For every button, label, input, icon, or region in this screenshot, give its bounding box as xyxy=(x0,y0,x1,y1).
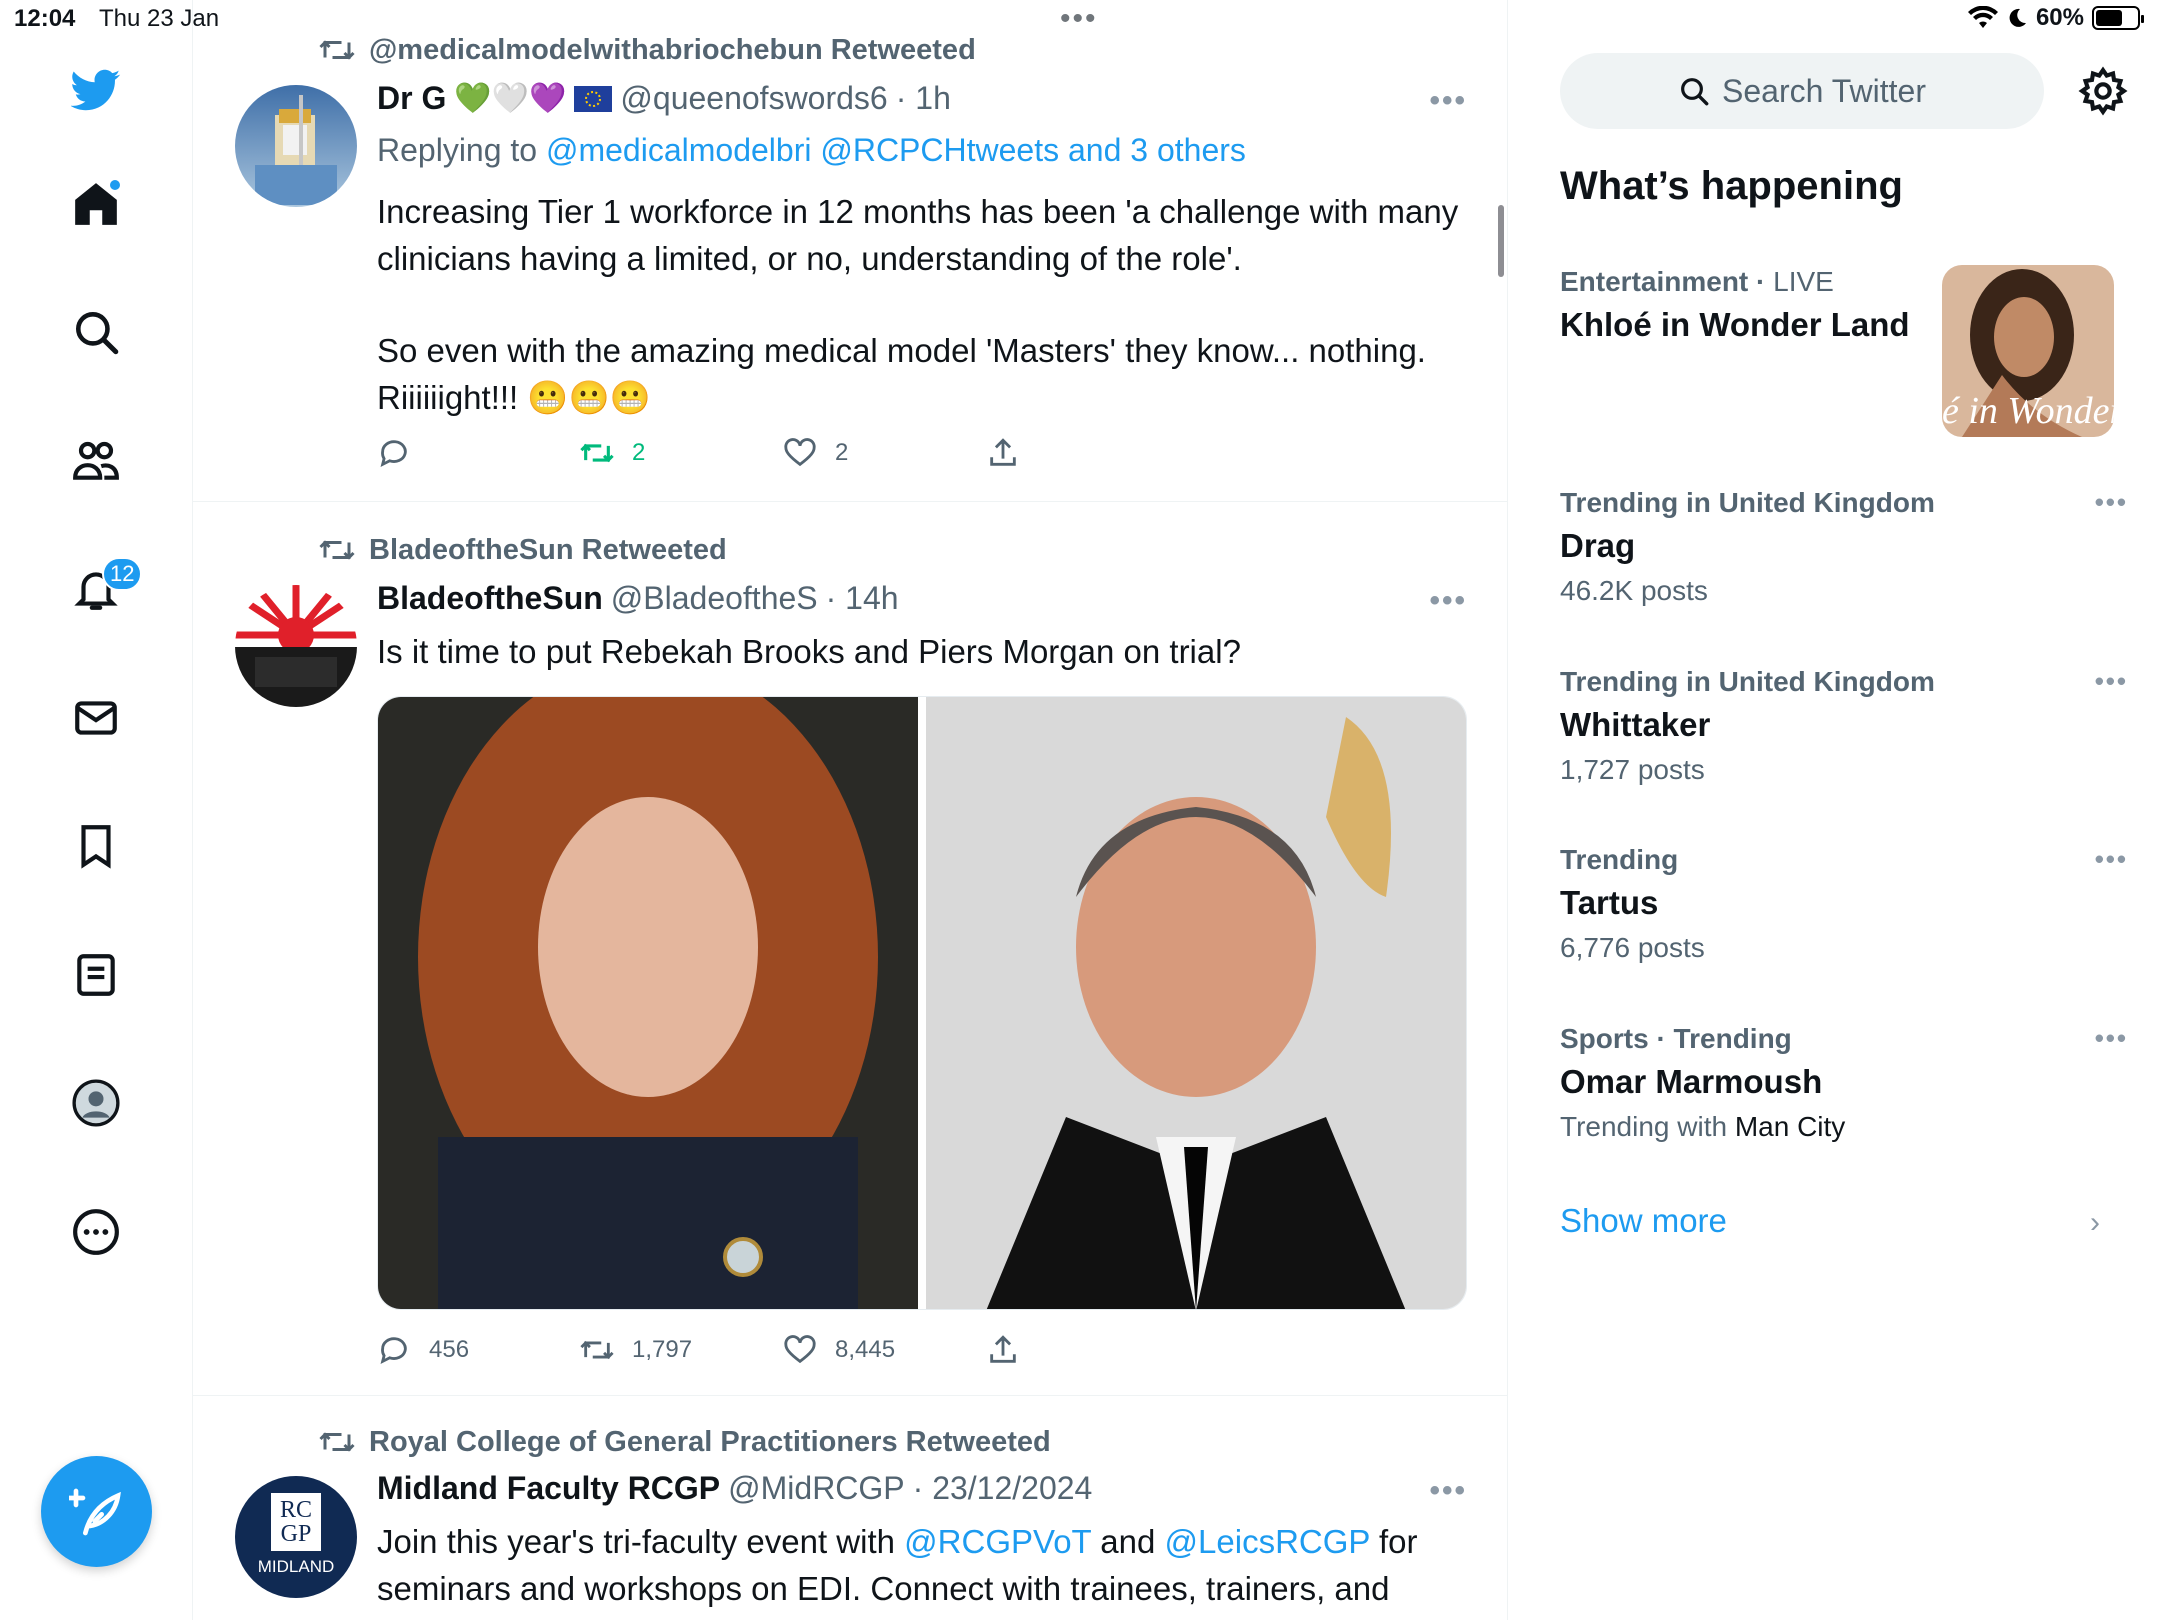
tweet-header: Midland Faculty RCGP @MidRCGP · 23/12/20… xyxy=(377,1470,1092,1507)
share-icon xyxy=(990,438,1016,466)
tweet-text: Is it time to put Rebekah Brooks and Pie… xyxy=(377,633,1241,670)
bookmarks-icon[interactable] xyxy=(60,810,132,882)
retweeted-by-line: @medicalmodelwithabriochebun Retweeted xyxy=(319,32,976,68)
left-nav: 12 xyxy=(0,40,192,1620)
media-image-right[interactable] xyxy=(926,697,1466,1309)
tweet-author-name[interactable]: Dr G xyxy=(377,80,446,117)
retweet-icon xyxy=(580,1340,614,1360)
status-time: 12:04 xyxy=(14,5,76,32)
tweet-time[interactable]: · 14h xyxy=(826,580,899,617)
retweet-icon xyxy=(319,40,355,60)
tweet-more-icon[interactable]: ••• xyxy=(1429,584,1467,618)
tweet-item[interactable]: BladeoftheSun Retweeted BladeoftheSun @B… xyxy=(193,502,1507,1396)
tweet-actions: 2 2 xyxy=(377,433,1189,473)
media-image-left[interactable] xyxy=(378,697,918,1309)
notifications-badge: 12 xyxy=(102,557,143,591)
share-icon xyxy=(990,1335,1016,1363)
like-button[interactable]: 2 xyxy=(783,436,986,470)
search-input[interactable]: Search Twitter xyxy=(1560,53,2044,129)
explore-search-icon[interactable] xyxy=(60,296,132,368)
trend-title: Omar Marmoush xyxy=(1560,1063,1823,1100)
tweet-item[interactable]: Royal College of General Practitioners R… xyxy=(193,1396,1507,1620)
tweet-actions: 456 1,797 8,445 xyxy=(377,1330,1189,1370)
trend-item[interactable]: Trending in United Kingdom Drag 46.2K po… xyxy=(1560,487,2126,607)
trend-more-icon[interactable]: ••• xyxy=(2095,487,2128,518)
avatar[interactable]: RC GP MIDLAND xyxy=(235,1476,357,1598)
trend-related-link[interactable]: Man City xyxy=(1735,1111,1845,1142)
heart-icon xyxy=(784,1335,816,1364)
trend-item[interactable]: Trending Tartus 6,776 posts ••• xyxy=(1560,844,2126,964)
reply-icon xyxy=(380,1337,407,1364)
retweet-icon xyxy=(580,443,614,463)
trend-thumbnail[interactable]: é in Wonder L xyxy=(1942,265,2114,437)
tweet-more-icon[interactable]: ••• xyxy=(1429,1474,1467,1508)
trend-title: Whittaker xyxy=(1560,706,1711,743)
share-button[interactable] xyxy=(986,436,1189,470)
tweet-header: BladeoftheSun @BladeoftheS · 14h xyxy=(377,580,899,617)
like-button[interactable]: 8,445 xyxy=(783,1333,986,1367)
compose-tweet-button[interactable] xyxy=(41,1456,152,1567)
home-icon[interactable] xyxy=(60,168,132,240)
twitter-logo-icon[interactable] xyxy=(60,54,132,126)
lists-icon[interactable] xyxy=(60,939,132,1011)
retweet-icon xyxy=(319,540,355,560)
tweet-author-handle[interactable]: @BladeoftheS xyxy=(611,580,818,617)
reply-button[interactable] xyxy=(377,436,580,470)
retweet-button[interactable]: 2 xyxy=(580,436,783,470)
retweeted-by-line: BladeoftheSun Retweeted xyxy=(319,532,727,568)
tweet-author-name[interactable]: Midland Faculty RCGP xyxy=(377,1470,720,1507)
tweet-header: Dr G 💚🤍💜 @queenofswords6 · 1h xyxy=(377,80,951,117)
retweet-icon xyxy=(319,1432,355,1452)
right-sidebar: Search Twitter What’s happening Entertai… xyxy=(1508,0,2160,1620)
retweet-button[interactable]: 1,797 xyxy=(580,1333,783,1367)
compose-feather-icon xyxy=(68,1488,121,1535)
tweet-text: Increasing Tier 1 workforce in 12 months… xyxy=(377,193,1459,416)
trend-more-icon[interactable]: ••• xyxy=(2095,666,2128,697)
home-unread-dot xyxy=(108,178,122,192)
tweet-item[interactable]: @medicalmodelwithabriochebun Retweeted D… xyxy=(193,0,1507,502)
retweeted-by-line: Royal College of General Practitioners R… xyxy=(319,1424,1051,1460)
more-options-icon[interactable] xyxy=(60,1196,132,1268)
mention-link[interactable]: @LeicsRCGP xyxy=(1165,1523,1370,1560)
tweet-author-name[interactable]: BladeoftheSun xyxy=(377,580,603,617)
timeline[interactable]: @medicalmodelwithabriochebun Retweeted D… xyxy=(192,0,1508,1620)
tweet-author-handle[interactable]: @MidRCGP xyxy=(728,1470,905,1507)
trend-item[interactable]: Sports · Trending Omar Marmoush Trending… xyxy=(1560,1023,2126,1143)
trend-title: Tartus xyxy=(1560,884,1659,921)
tweet-time[interactable]: · 1h xyxy=(896,80,951,117)
avatar-logo-box: RC GP xyxy=(271,1493,321,1551)
trend-more-icon[interactable]: ••• xyxy=(2095,844,2128,875)
reply-icon xyxy=(380,440,407,467)
avatar[interactable] xyxy=(235,85,357,207)
trend-more-icon[interactable]: ••• xyxy=(2095,1023,2128,1054)
whats-happening-title: What’s happening xyxy=(1560,164,1903,208)
trend-thumbnail-text: é in Wonder L xyxy=(1942,390,2114,432)
tweet-author-handle[interactable]: @queenofswords6 xyxy=(620,80,887,117)
avatar[interactable] xyxy=(235,585,357,707)
replying-to: Replying to @medicalmodelbri @RCPCHtweet… xyxy=(377,132,1246,168)
show-more-link[interactable]: Show more xyxy=(1560,1202,1727,1240)
tweet-media[interactable] xyxy=(377,696,1467,1310)
share-button[interactable] xyxy=(986,1333,1189,1367)
notifications-bell-icon[interactable]: 12 xyxy=(60,553,143,625)
reply-button[interactable]: 456 xyxy=(377,1333,580,1367)
tweet-time[interactable]: · 23/12/2024 xyxy=(913,1470,1093,1507)
heart-icon xyxy=(784,438,816,467)
profile-avatar-icon[interactable] xyxy=(60,1067,132,1139)
trend-title: Drag xyxy=(1560,527,1636,564)
tweet-more-icon[interactable]: ••• xyxy=(1429,84,1467,118)
communities-icon[interactable] xyxy=(60,425,132,497)
messages-envelope-icon[interactable] xyxy=(60,682,132,754)
settings-gear-icon[interactable] xyxy=(2078,66,2128,116)
scrollbar-thumb[interactable] xyxy=(1498,205,1504,277)
eu-flag-icon xyxy=(574,85,613,112)
trend-item[interactable]: Trending in United Kingdom Whittaker 1,7… xyxy=(1560,666,2126,786)
mention-link[interactable]: @RCGPVoT xyxy=(904,1523,1091,1560)
replying-to-users-link[interactable]: @medicalmodelbri @RCPCHtweets and 3 othe… xyxy=(546,132,1246,168)
tweet-text: Join this year's tri-faculty event with … xyxy=(377,1523,1418,1607)
chevron-right-icon[interactable]: › xyxy=(2090,1206,2100,1240)
search-icon xyxy=(1681,78,1709,106)
name-emoji: 💚🤍💜 xyxy=(454,82,567,115)
